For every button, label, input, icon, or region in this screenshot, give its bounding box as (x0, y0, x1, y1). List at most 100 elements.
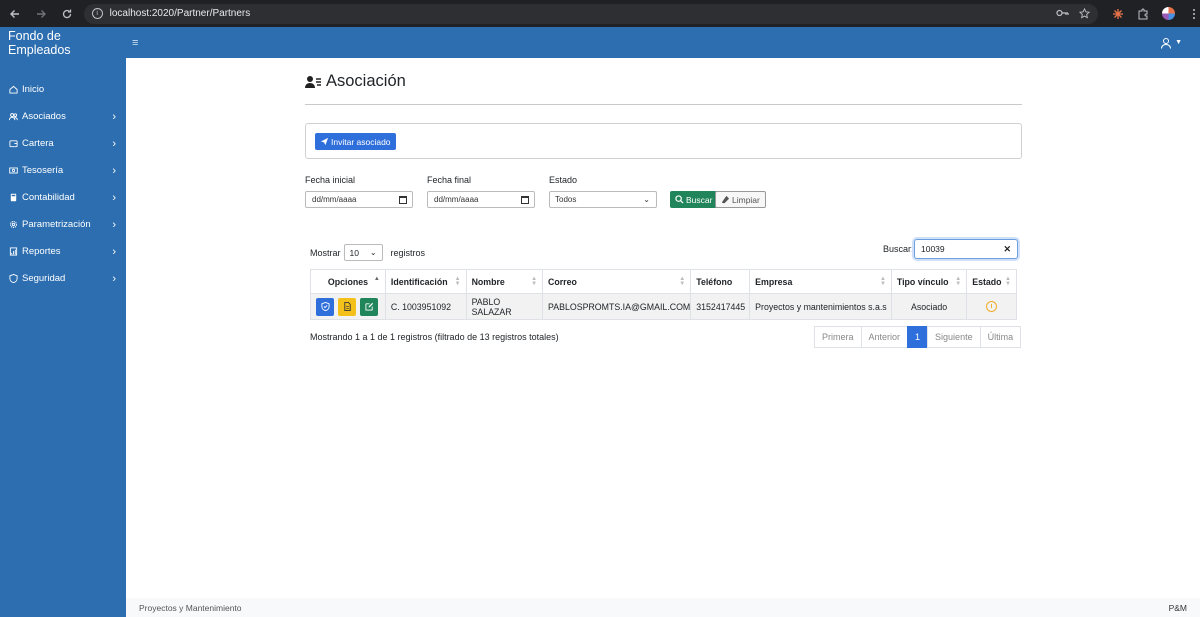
forward-icon[interactable] (30, 3, 52, 25)
home-icon (8, 85, 18, 95)
edit-partner-button[interactable] (360, 297, 378, 316)
status-select-value: Todos (555, 195, 577, 204)
calculator-icon (8, 193, 18, 203)
chevron-right-icon: › (112, 110, 116, 123)
sidebar-item-parametrizacion[interactable]: Parametrización › (0, 211, 126, 238)
star-icon[interactable] (1079, 8, 1090, 19)
sidebar-item-label: Contabilidad (22, 192, 75, 203)
calendar-icon[interactable] (521, 195, 529, 204)
search-button[interactable]: Buscar (670, 191, 718, 208)
empresa-cell: Proyectos y mantenimientos s.a.s (749, 293, 892, 320)
user-menu[interactable]: ▼ (1160, 37, 1182, 49)
column-header-identificacion[interactable]: Identificación ▲ ▼ (384, 269, 467, 294)
sidebar-item-label: Cartera (22, 138, 54, 149)
browser-menu-icon[interactable] (1188, 8, 1200, 20)
pagination-last[interactable]: Última (979, 326, 1022, 348)
chevron-right-icon: › (112, 218, 116, 231)
calendar-icon[interactable] (399, 195, 407, 204)
sidebar-toggle-icon[interactable]: ≡ (132, 37, 138, 49)
report-icon (8, 247, 18, 257)
tipo-vinculo-cell: Asociado (890, 293, 968, 320)
user-icon (1161, 37, 1172, 49)
sidebar-item-label: Tesosería (22, 165, 64, 176)
sort-icon: ▲ ▼ (1005, 276, 1011, 287)
reload-icon[interactable] (56, 3, 78, 25)
column-header-empresa[interactable]: Empresa ▲ ▼ (749, 269, 892, 294)
column-header-nombre[interactable]: Nombre ▲ ▼ (465, 269, 544, 294)
document-partner-button[interactable] (338, 297, 356, 316)
profile-avatar[interactable] (1162, 7, 1175, 20)
sidebar-item-reportes[interactable]: Reportes › (0, 238, 126, 265)
page-title-text: Asociación (326, 72, 406, 90)
end-date-label: Fecha final (427, 175, 472, 185)
edit-icon (364, 302, 373, 311)
page-length-select[interactable]: 10 ⌄ (343, 244, 383, 261)
clock-icon (986, 301, 998, 312)
sidebar-item-contabilidad[interactable]: Contabilidad › (0, 184, 126, 211)
sort-icon: ▲ ▼ (454, 276, 461, 287)
sidebar-item-seguridad[interactable]: Seguridad › (0, 265, 126, 292)
back-icon[interactable] (4, 3, 26, 25)
sort-icon: ▲ ▼ (531, 276, 538, 287)
url-text: localhost:2020/Partner/Partners (109, 8, 251, 19)
end-date-value: dd/mm/aaaa (434, 195, 479, 204)
verify-partner-button[interactable] (316, 297, 334, 316)
sidebar-item-cartera[interactable]: Cartera › (0, 130, 126, 157)
pagination-previous[interactable]: Anterior (860, 326, 909, 348)
footer: Proyectos y Mantenimiento P&M (126, 598, 1200, 617)
sidebar-item-label: Parametrización (22, 219, 91, 230)
identificacion-cell: C. 1003951092 (384, 293, 467, 320)
nombre-cell: PABLO SALAZAR (465, 293, 544, 320)
table-search-value: 10039 (921, 244, 945, 254)
sidebar-item-tesoseria[interactable]: Tesosería › (0, 157, 126, 184)
pagination: Primera Anterior 1 Siguiente Última (814, 326, 1022, 348)
gear-icon (8, 220, 18, 230)
site-info-icon[interactable]: i (91, 8, 103, 19)
end-date-input[interactable]: dd/mm/aaaa (427, 191, 535, 208)
sidebar-item-label: Asociados (22, 111, 66, 122)
search-button-label: Buscar (686, 194, 713, 205)
chevron-right-icon: › (112, 191, 116, 204)
status-select[interactable]: Todos ⌄ (549, 191, 657, 208)
sort-icon: ▲ ▼ (955, 276, 962, 287)
table-info: Mostrando 1 a 1 de 1 registros (filtrado… (310, 332, 559, 342)
clear-button[interactable]: Limpiar (715, 191, 766, 208)
chevron-right-icon: › (112, 272, 116, 285)
app-title[interactable]: Fondo de Empleados (0, 29, 126, 57)
column-header-correo[interactable]: Correo ▲ ▼ (542, 269, 692, 294)
column-header-opciones[interactable]: Opciones ▲ (310, 269, 386, 294)
shield-check-icon (320, 302, 330, 311)
clear-search-icon[interactable]: ✕ (1003, 244, 1011, 255)
estado-cell (966, 293, 1017, 320)
key-icon[interactable] (1056, 8, 1069, 18)
start-date-value: dd/mm/aaaa (312, 195, 357, 204)
table-header-row: Opciones ▲ Identificación ▲ ▼ Nombre ▲ ▼ Corr… (310, 269, 1017, 294)
start-date-input[interactable]: dd/mm/aaaa (305, 191, 413, 208)
sort-icon: ▲ (373, 276, 380, 282)
pagination-next[interactable]: Siguiente (927, 326, 981, 348)
page-length-value: 10 (349, 247, 359, 258)
footer-company: Proyectos y Mantenimiento (139, 602, 242, 613)
user-list-icon (305, 75, 321, 88)
column-header-estado[interactable]: Estado ▲ ▼ (966, 269, 1017, 294)
column-header-telefono[interactable]: Teléfono (690, 269, 751, 294)
options-cell (310, 293, 386, 320)
extension-spark-icon[interactable] (1112, 8, 1124, 20)
pagination-first[interactable]: Primera (814, 326, 862, 348)
sidebar-item-inicio[interactable]: Inicio (0, 76, 126, 103)
column-header-tipo-vinculo[interactable]: Tipo vínculo ▲ ▼ (890, 269, 968, 294)
file-icon (343, 302, 351, 311)
start-date-label: Fecha inicial (305, 175, 356, 185)
partners-table: Opciones ▲ Identificación ▲ ▼ Nombre ▲ ▼ Corr… (310, 269, 1017, 320)
footer-brand: P&M (1168, 602, 1187, 613)
wallet-icon (8, 139, 18, 149)
table-row: C. 1003951092 PABLO SALAZAR PABLOSPROMTS… (310, 293, 1017, 320)
invite-partner-button[interactable]: Invitar asociado (315, 133, 396, 150)
table-search-input[interactable]: 10039 ✕ (914, 239, 1018, 259)
pagination-page-1[interactable]: 1 (907, 326, 929, 348)
address-bar[interactable]: i localhost:2020/Partner/Partners (83, 3, 1098, 24)
table-search-label: Buscar: (883, 244, 914, 254)
browser-toolbar: i localhost:2020/Partner/Partners (0, 0, 1200, 27)
sidebar-item-asociados[interactable]: Asociados › (0, 103, 126, 130)
extensions-puzzle-icon[interactable] (1137, 8, 1149, 20)
